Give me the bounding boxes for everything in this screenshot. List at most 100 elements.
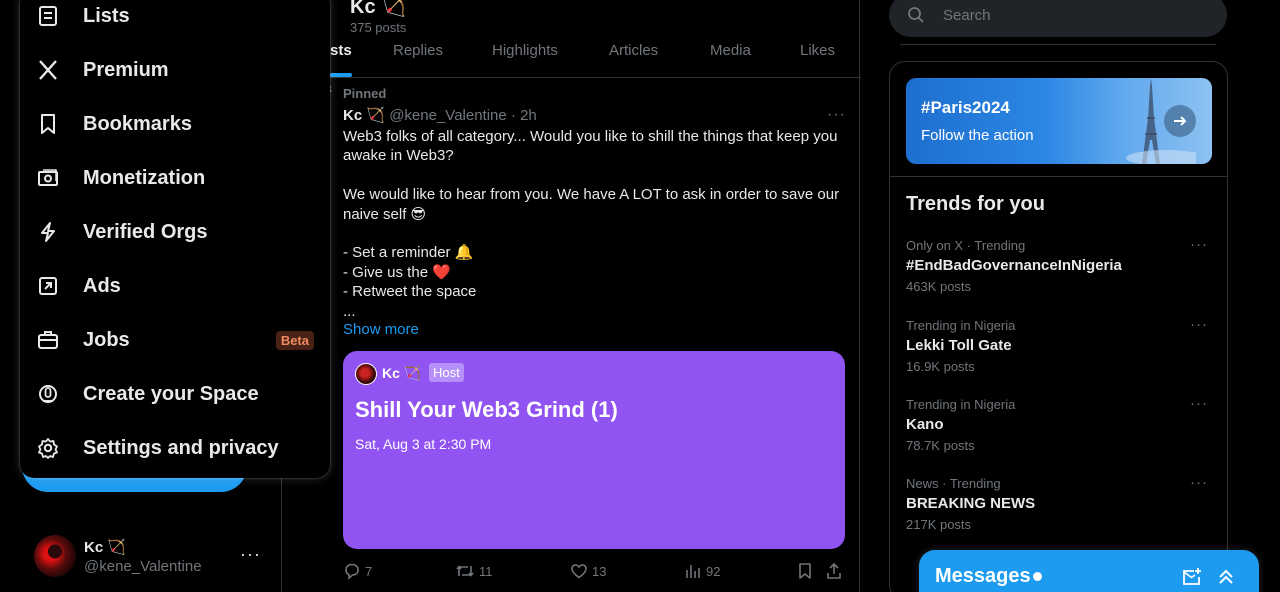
menu-item-bookmarks[interactable]: Bookmarks: [20, 97, 330, 151]
more-icon[interactable]: ···: [1190, 474, 1208, 491]
event-title: #Paris2024: [921, 98, 1010, 117]
views-icon: [686, 565, 700, 578]
menu-label: Jobs: [83, 328, 130, 351]
trend-item[interactable]: Trending in Nigeria Lekki Toll Gate 16.9…: [906, 316, 1212, 390]
trends-panel: #Paris2024 Follow the action Trends for …: [889, 61, 1228, 592]
microphone-icon: [36, 382, 60, 406]
x-logo-icon: [36, 58, 60, 82]
trend-item[interactable]: Trending in Nigeria Kano 78.7K posts ···: [906, 395, 1212, 469]
repost-icon: [456, 565, 474, 577]
repost-count: 11: [479, 563, 493, 579]
menu-item-lists[interactable]: Lists: [20, 0, 330, 43]
reply-count: 7: [365, 563, 373, 579]
heart-icon: [571, 564, 587, 579]
tab-posts[interactable]: sts: [330, 42, 352, 59]
beta-badge: Beta: [275, 330, 314, 350]
menu-item-verified-orgs[interactable]: Verified Orgs: [20, 205, 330, 259]
like-count: 13: [592, 563, 607, 579]
search-bar[interactable]: [889, 0, 1227, 37]
bookmark-icon: [36, 112, 60, 136]
host-badge: Host: [429, 363, 464, 382]
gear-icon: [36, 436, 60, 460]
menu-item-settings[interactable]: Settings and privacy: [20, 421, 330, 475]
menu-label: Lists: [83, 4, 130, 27]
more-icon[interactable]: ···: [1190, 236, 1208, 253]
menu-label: Monetization: [83, 166, 206, 189]
trends-title: Trends for you: [906, 193, 1045, 215]
menu-item-jobs[interactable]: Jobs Beta: [20, 313, 330, 367]
reply-icon: [345, 563, 359, 580]
menu-item-premium[interactable]: Premium: [20, 43, 330, 97]
post-more-icon[interactable]: ···: [827, 106, 846, 124]
event-subtitle: Follow the action: [921, 127, 1034, 144]
lightning-icon: [36, 220, 60, 244]
trend-count: 217K posts: [906, 517, 972, 532]
menu-label: Settings and privacy: [83, 436, 279, 459]
trend-item[interactable]: Only on X · Trending #EndBadGovernanceIn…: [906, 236, 1212, 310]
new-message-icon[interactable]: [1181, 566, 1203, 588]
divider: [900, 44, 1216, 45]
trend-count: 463K posts: [906, 279, 972, 294]
trend-name: Kano: [906, 416, 944, 433]
repost-button[interactable]: 11: [455, 562, 493, 580]
views-button[interactable]: 92: [684, 562, 720, 580]
view-count: 92: [706, 563, 721, 579]
trend-item[interactable]: News · Trending BREAKING NEWS 217K posts…: [906, 474, 1212, 548]
arrow-right-icon[interactable]: [1164, 105, 1196, 137]
show-more-link[interactable]: Show more: [343, 321, 419, 338]
reply-button[interactable]: 7: [343, 562, 372, 580]
briefcase-icon: [36, 328, 60, 352]
more-icon[interactable]: ···: [1190, 316, 1208, 333]
active-tab-indicator: [330, 73, 352, 77]
post-header: Kc 🏹 @kene_Valentine · 2h: [343, 106, 537, 124]
profile-timeline: Kc 🏹 375 posts sts Replies Highlights Ar…: [281, 0, 861, 592]
search-input[interactable]: [943, 0, 1203, 37]
share-icon: [827, 562, 841, 579]
monetization-icon: [36, 166, 60, 190]
account-switcher[interactable]: Kc 🏹 @kene_Valentine ···: [20, 526, 275, 586]
menu-label: Verified Orgs: [83, 220, 208, 243]
chevron-up-icon[interactable]: [1215, 566, 1237, 588]
space-card[interactable]: Kc 🏹 Host Shill Your Web3 Grind (1) Sat,…: [343, 351, 845, 549]
space-host-avatar: [355, 363, 377, 385]
menu-item-ads[interactable]: Ads: [20, 259, 330, 313]
menu-item-create-space[interactable]: Create your Space: [20, 367, 330, 421]
bookmark-button[interactable]: [796, 562, 818, 580]
more-icon[interactable]: ···: [1190, 395, 1208, 412]
tab-articles[interactable]: Articles: [609, 42, 658, 59]
more-icon[interactable]: ···: [240, 544, 261, 565]
trend-meta: Trending in Nigeria: [906, 318, 1016, 333]
messages-title: Messages: [935, 565, 1031, 587]
avatar: [34, 535, 76, 577]
menu-label: Premium: [83, 58, 169, 81]
list-icon: [36, 4, 60, 28]
account-handle: @kene_Valentine: [84, 557, 202, 575]
account-info: Kc 🏹 @kene_Valentine: [84, 538, 202, 575]
tab-replies[interactable]: Replies: [393, 42, 443, 59]
post-actions: 7 11 13 92: [343, 562, 853, 584]
menu-label: Create your Space: [83, 382, 259, 405]
space-date: Sat, Aug 3 at 2:30 PM: [355, 436, 492, 452]
menu-item-monetization[interactable]: Monetization: [20, 151, 330, 205]
post-author[interactable]: Kc 🏹: [343, 107, 385, 124]
like-button[interactable]: 13: [570, 562, 606, 580]
post-text: Web3 folks of all category... Would you …: [343, 128, 840, 320]
ads-icon: [36, 274, 60, 298]
space-title: Shill Your Web3 Grind (1): [355, 397, 618, 422]
tab-media[interactable]: Media: [710, 42, 751, 59]
menu-label: Bookmarks: [83, 112, 192, 135]
trend-name: BREAKING NEWS: [906, 495, 1036, 512]
post-handle-time[interactable]: @kene_Valentine · 2h: [389, 107, 537, 124]
trend-name: #EndBadGovernanceInNigeria: [906, 257, 1122, 274]
divider: [890, 176, 1227, 177]
event-banner[interactable]: #Paris2024 Follow the action: [906, 78, 1212, 164]
share-button[interactable]: [825, 562, 847, 580]
trend-count: 78.7K posts: [906, 438, 975, 453]
messages-drawer[interactable]: Messages: [919, 550, 1259, 592]
trend-meta: News · Trending: [906, 476, 1001, 491]
space-host-name: Kc 🏹: [382, 365, 422, 381]
tab-likes[interactable]: Likes: [800, 42, 835, 59]
bookmark-icon: [799, 563, 811, 579]
tab-highlights[interactable]: Highlights: [492, 42, 558, 59]
menu-label: Ads: [83, 274, 121, 297]
